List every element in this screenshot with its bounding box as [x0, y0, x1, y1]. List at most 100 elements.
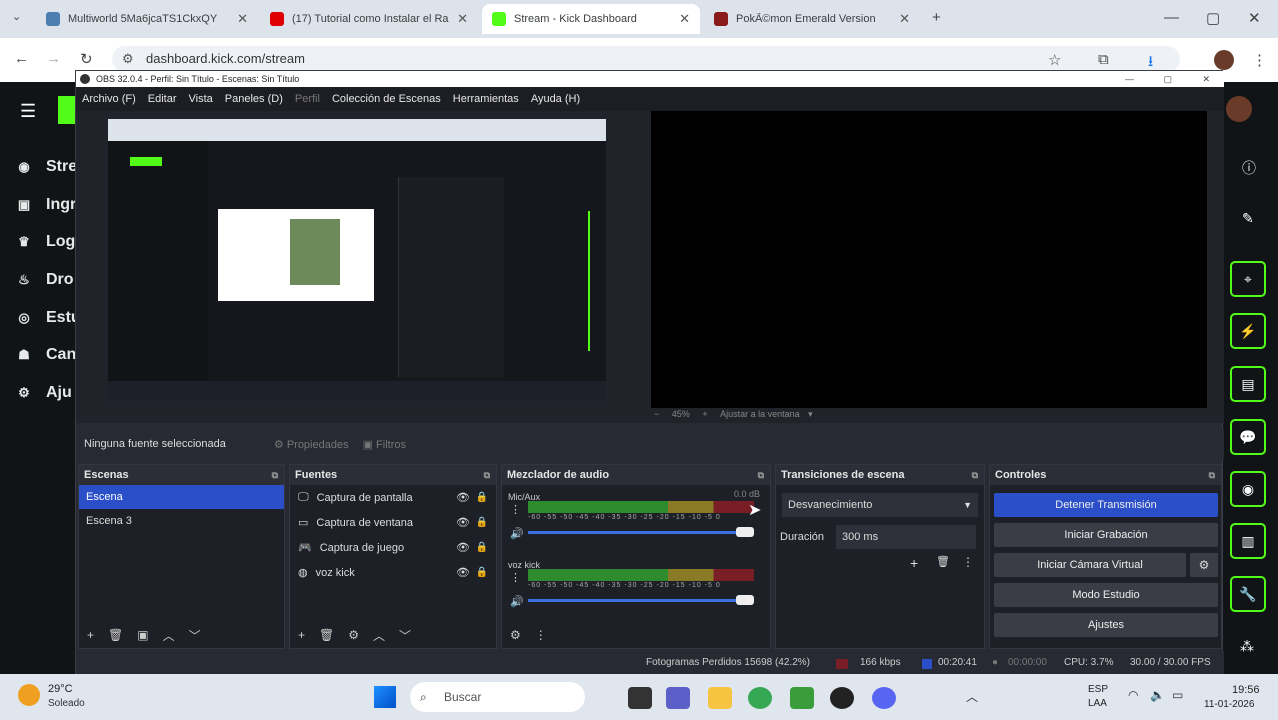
- obs-taskbar-icon[interactable]: [830, 687, 854, 709]
- obs-maximize-icon[interactable]: ▢: [1163, 71, 1172, 87]
- start-virtual-camera-button[interactable]: Iniciar Cámara Virtual: [994, 553, 1186, 577]
- zoom-out-icon[interactable]: −: [654, 409, 659, 419]
- visibility-eye-icon[interactable]: 👁: [456, 566, 470, 579]
- trash-icon[interactable]: 🗑: [319, 628, 334, 642]
- minecraft-icon[interactable]: [790, 687, 814, 709]
- task-view-icon[interactable]: [628, 687, 652, 709]
- taskbar-search[interactable]: ⌕ Buscar: [410, 682, 585, 712]
- lock-icon[interactable]: 🔒: [476, 492, 488, 503]
- extensions-icon[interactable]: ⧉: [1098, 51, 1109, 68]
- fit-dropdown-icon[interactable]: ▾: [808, 409, 813, 419]
- add-icon[interactable]: +: [910, 555, 918, 571]
- speaker-icon[interactable]: 🔊: [510, 527, 524, 540]
- source-item[interactable]: ▭ Captura de ventana 👁 🔒: [290, 510, 496, 535]
- studio-preview[interactable]: [108, 119, 606, 401]
- wifi-icon[interactable]: ◠: [1128, 688, 1138, 702]
- edit-pencil-icon[interactable]: ✎: [1242, 210, 1254, 227]
- windows-start-icon[interactable]: [374, 686, 396, 708]
- visibility-eye-icon[interactable]: 👁: [456, 516, 470, 529]
- move-down-icon[interactable]: ﹀: [399, 627, 411, 644]
- source-item[interactable]: ◍ voz kick 👁 🔒: [290, 560, 496, 585]
- undock-icon[interactable]: ⧉: [758, 465, 764, 485]
- start-recording-button[interactable]: Iniciar Grabación: [994, 523, 1218, 547]
- gear-icon[interactable]: ⚙: [348, 628, 359, 642]
- close-icon[interactable]: ✕: [237, 11, 248, 27]
- flash-button[interactable]: ⚡: [1230, 313, 1266, 349]
- undock-icon[interactable]: ⧉: [272, 465, 278, 485]
- trash-icon[interactable]: 🗑: [108, 628, 123, 642]
- source-item[interactable]: 🎮 Captura de juego 👁 🔒: [290, 535, 496, 560]
- tools-button[interactable]: 🔧: [1230, 576, 1266, 612]
- nav-item-settings[interactable]: ⚙ Aju: [16, 384, 72, 402]
- menu-file[interactable]: Archivo (F): [82, 93, 136, 105]
- undock-icon[interactable]: ⧉: [484, 465, 490, 485]
- forward-icon[interactable]: →: [46, 50, 61, 67]
- language-code[interactable]: ESP: [1088, 684, 1108, 695]
- transition-select[interactable]: Desvanecimiento ▼: [782, 493, 978, 517]
- move-down-icon[interactable]: ﹀: [189, 627, 201, 644]
- nav-item-income[interactable]: ▣ Ingr: [16, 196, 76, 214]
- fit-to-window[interactable]: Ajustar a la ventana: [720, 409, 800, 419]
- layout-button[interactable]: ▥: [1230, 523, 1266, 559]
- teams-icon[interactable]: [666, 687, 690, 709]
- obs-minimize-icon[interactable]: —: [1125, 71, 1134, 87]
- browser-tab-kick-dashboard[interactable]: Stream - Kick Dashboard ✕: [482, 4, 700, 34]
- filter-icon[interactable]: ▣: [137, 628, 148, 642]
- volume-icon[interactable]: 🔈: [1150, 688, 1165, 702]
- nav-item-channel[interactable]: ☗ Can: [16, 346, 76, 364]
- obs-close-icon[interactable]: ✕: [1202, 71, 1210, 87]
- mixer-menu-icon[interactable]: ⋮: [535, 628, 547, 642]
- browser-tab-youtube[interactable]: (17) Tutorial como Instalar el Ra ✕: [260, 4, 478, 34]
- zoom-in-icon[interactable]: +: [702, 409, 707, 419]
- menu-scene-collection[interactable]: Colección de Escenas: [332, 93, 441, 105]
- file-explorer-icon[interactable]: [708, 687, 732, 709]
- discord-icon[interactable]: [872, 687, 896, 709]
- bookmark-star-icon[interactable]: ☆: [1048, 51, 1061, 69]
- speaker-icon[interactable]: 🔊: [510, 595, 524, 608]
- browser-tab-pokemon[interactable]: PokÃ©mon Emerald Version ✕: [704, 4, 920, 34]
- close-icon[interactable]: ✕: [679, 11, 690, 27]
- menu-help[interactable]: Ayuda (H): [531, 93, 580, 105]
- transition-menu-icon[interactable]: ⋮: [962, 555, 974, 569]
- scene-item[interactable]: Escena 3: [79, 509, 284, 533]
- move-up-icon[interactable]: ︿: [373, 627, 385, 644]
- back-icon[interactable]: ←: [14, 50, 29, 67]
- move-up-icon[interactable]: ︿: [163, 627, 175, 644]
- stop-streaming-button[interactable]: Detener Transmisión: [994, 493, 1218, 517]
- keyboard-layout[interactable]: LAA: [1088, 698, 1107, 709]
- lock-icon[interactable]: 🔒: [476, 542, 488, 553]
- properties-button[interactable]: ⚙ Propiedades: [274, 438, 349, 451]
- lock-icon[interactable]: 🔒: [476, 517, 488, 528]
- menu-tools[interactable]: Herramientas: [453, 93, 519, 105]
- maximize-icon[interactable]: ▢: [1206, 9, 1220, 27]
- new-tab-icon[interactable]: +: [932, 9, 941, 26]
- volume-slider[interactable]: [528, 527, 754, 537]
- nav-item-stream[interactable]: ◉ Stre: [16, 158, 77, 176]
- tab-list-icon[interactable]: ⌄: [12, 10, 21, 23]
- studio-mode-button[interactable]: Modo Estudio: [994, 583, 1218, 607]
- minimize-icon[interactable]: —: [1164, 9, 1179, 26]
- hamburger-menu-icon[interactable]: ☰: [20, 101, 36, 122]
- menu-docks[interactable]: Paneles (D): [225, 93, 283, 105]
- undock-icon[interactable]: ⧉: [1209, 465, 1215, 485]
- nav-item-studio[interactable]: ◎ Estu: [16, 309, 80, 327]
- trash-icon[interactable]: 🗑: [936, 555, 950, 568]
- info-icon[interactable]: ⓘ: [1242, 158, 1256, 178]
- settings-button[interactable]: Ajustes: [994, 613, 1218, 637]
- program-output[interactable]: [651, 111, 1207, 408]
- battery-icon[interactable]: ▭: [1172, 688, 1183, 702]
- window-close-icon[interactable]: ✕: [1248, 9, 1261, 27]
- add-icon[interactable]: +: [87, 628, 94, 642]
- menu-view[interactable]: Vista: [189, 93, 213, 105]
- reload-icon[interactable]: ↻: [80, 50, 93, 68]
- address-bar[interactable]: ⚙ dashboard.kick.com/stream: [112, 46, 1180, 72]
- close-icon[interactable]: ✕: [457, 11, 468, 27]
- clock-date[interactable]: 11-01-2026: [1204, 699, 1254, 710]
- visibility-eye-icon[interactable]: 👁: [456, 491, 470, 504]
- scene-item[interactable]: Escena: [79, 485, 284, 509]
- user-avatar[interactable]: [1226, 96, 1252, 122]
- virtual-camera-settings-button[interactable]: ⚙: [1190, 553, 1218, 577]
- menu-profile[interactable]: Perfil: [295, 93, 320, 105]
- channel-menu-icon[interactable]: ⋮: [510, 571, 521, 584]
- clock-time[interactable]: 19:56: [1232, 684, 1260, 696]
